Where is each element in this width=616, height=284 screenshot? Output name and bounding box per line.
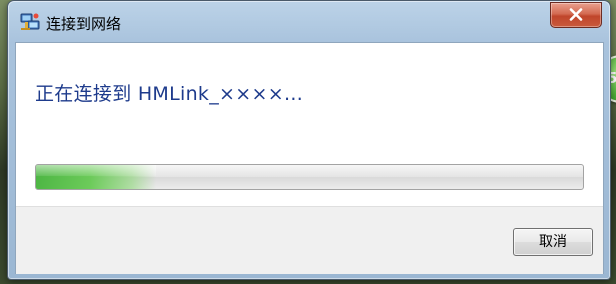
connection-progress-bar [35,164,584,190]
title-bar[interactable]: 连接到网络 [8,1,610,43]
connect-to-network-dialog: 连接到网络 正在连接到 HMLink_××××… 取消 [7,0,611,280]
dialog-content: 正在连接到 HMLink_××××… 取消 [15,42,604,274]
cancel-button[interactable]: 取消 [513,228,593,256]
progress-bar-fill [36,165,156,189]
dialog-footer: 取消 [16,206,603,274]
window-title: 连接到网络 [46,15,122,33]
network-connection-icon [20,13,40,30]
connection-status-text: 正在连接到 HMLink_××××… [35,83,304,105]
close-button[interactable] [550,2,602,28]
close-icon [569,8,583,21]
